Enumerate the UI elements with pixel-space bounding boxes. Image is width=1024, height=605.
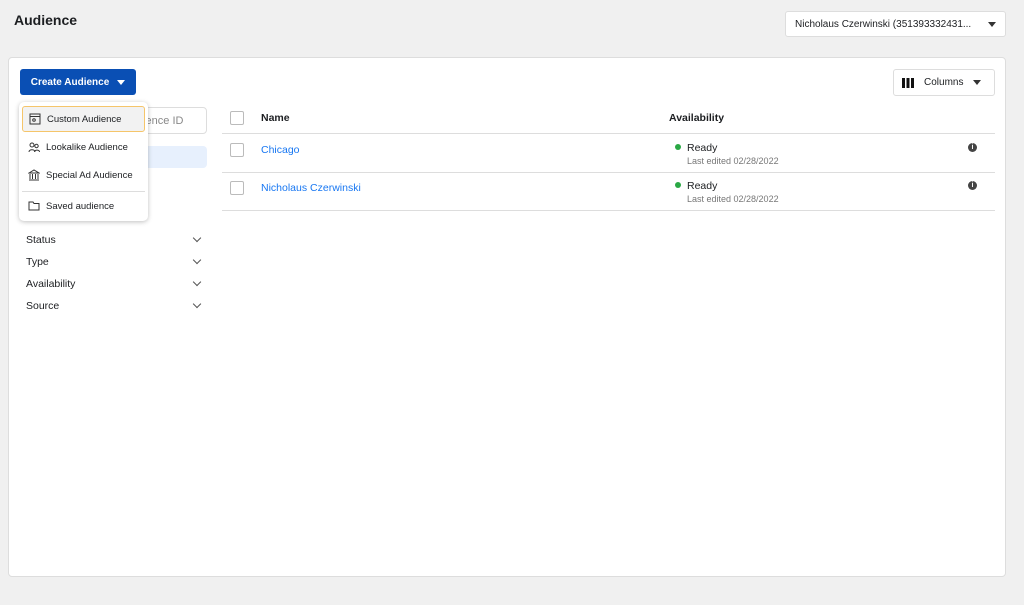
caret-down-icon [117,79,126,85]
people-icon [28,142,40,153]
menu-item-saved-audience[interactable]: Saved audience [22,193,145,219]
info-icon[interactable]: i [968,143,977,152]
last-edited: Last edited 02/28/2022 [687,194,779,204]
row-checkbox[interactable] [230,143,244,157]
filter-status[interactable]: Status [26,233,202,246]
menu-item-custom-audience[interactable]: Custom Audience [22,106,145,132]
create-label: Create Audience [30,76,110,88]
columns-button[interactable]: Columns [893,69,995,96]
chevron-down-icon [192,299,202,309]
create-audience-button[interactable]: Create Audience [20,69,136,95]
filter-type[interactable]: Type [26,255,202,268]
row-checkbox[interactable] [230,181,244,195]
bank-icon [28,169,40,181]
divider [222,133,995,134]
chevron-down-icon [192,277,202,287]
columns-label: Columns [924,77,964,88]
caret-down-icon [973,80,982,85]
menu-label: Lookalike Audience [46,141,128,153]
account-name: Nicholaus Czerwinski (351393332431... [795,18,972,30]
custom-audience-icon [29,113,41,125]
menu-item-lookalike-audience[interactable]: Lookalike Audience [22,134,145,160]
menu-label: Saved audience [46,200,115,212]
audience-name-link[interactable]: Chicago [261,144,300,156]
audience-name-link[interactable]: Nicholaus Czerwinski [261,182,361,194]
status-dot [675,144,681,150]
last-edited: Last edited 02/28/2022 [687,156,779,166]
menu-label: Custom Audience [47,113,122,125]
status-text: Ready [687,142,718,154]
filter-label: Availability [26,278,76,290]
info-icon[interactable]: i [968,181,977,190]
status-text: Ready [687,180,718,192]
chevron-down-icon [192,255,202,265]
main-panel [8,57,1006,577]
filter-label: Status [26,234,56,246]
status-dot [675,182,681,188]
menu-divider [22,191,145,192]
select-all-checkbox[interactable] [230,111,244,125]
create-audience-menu: Custom Audience Lookalike Audience Speci… [19,102,148,221]
columns-icon [902,77,914,88]
column-header-availability[interactable]: Availability [669,112,724,124]
menu-label: Special Ad Audience [46,169,133,181]
divider [222,172,995,173]
divider [222,210,995,211]
account-selector[interactable]: Nicholaus Czerwinski (351393332431... [785,11,1006,37]
menu-item-special-ad-audience[interactable]: Special Ad Audience [22,162,145,188]
caret-down-icon [988,21,996,27]
column-header-name[interactable]: Name [261,112,290,124]
filter-label: Type [26,256,49,268]
filter-availability[interactable]: Availability [26,277,202,290]
filter-source[interactable]: Source [26,299,202,312]
page-title: Audience [14,12,78,28]
chevron-down-icon [192,233,202,243]
folder-icon [28,201,40,211]
filter-label: Source [26,300,60,312]
